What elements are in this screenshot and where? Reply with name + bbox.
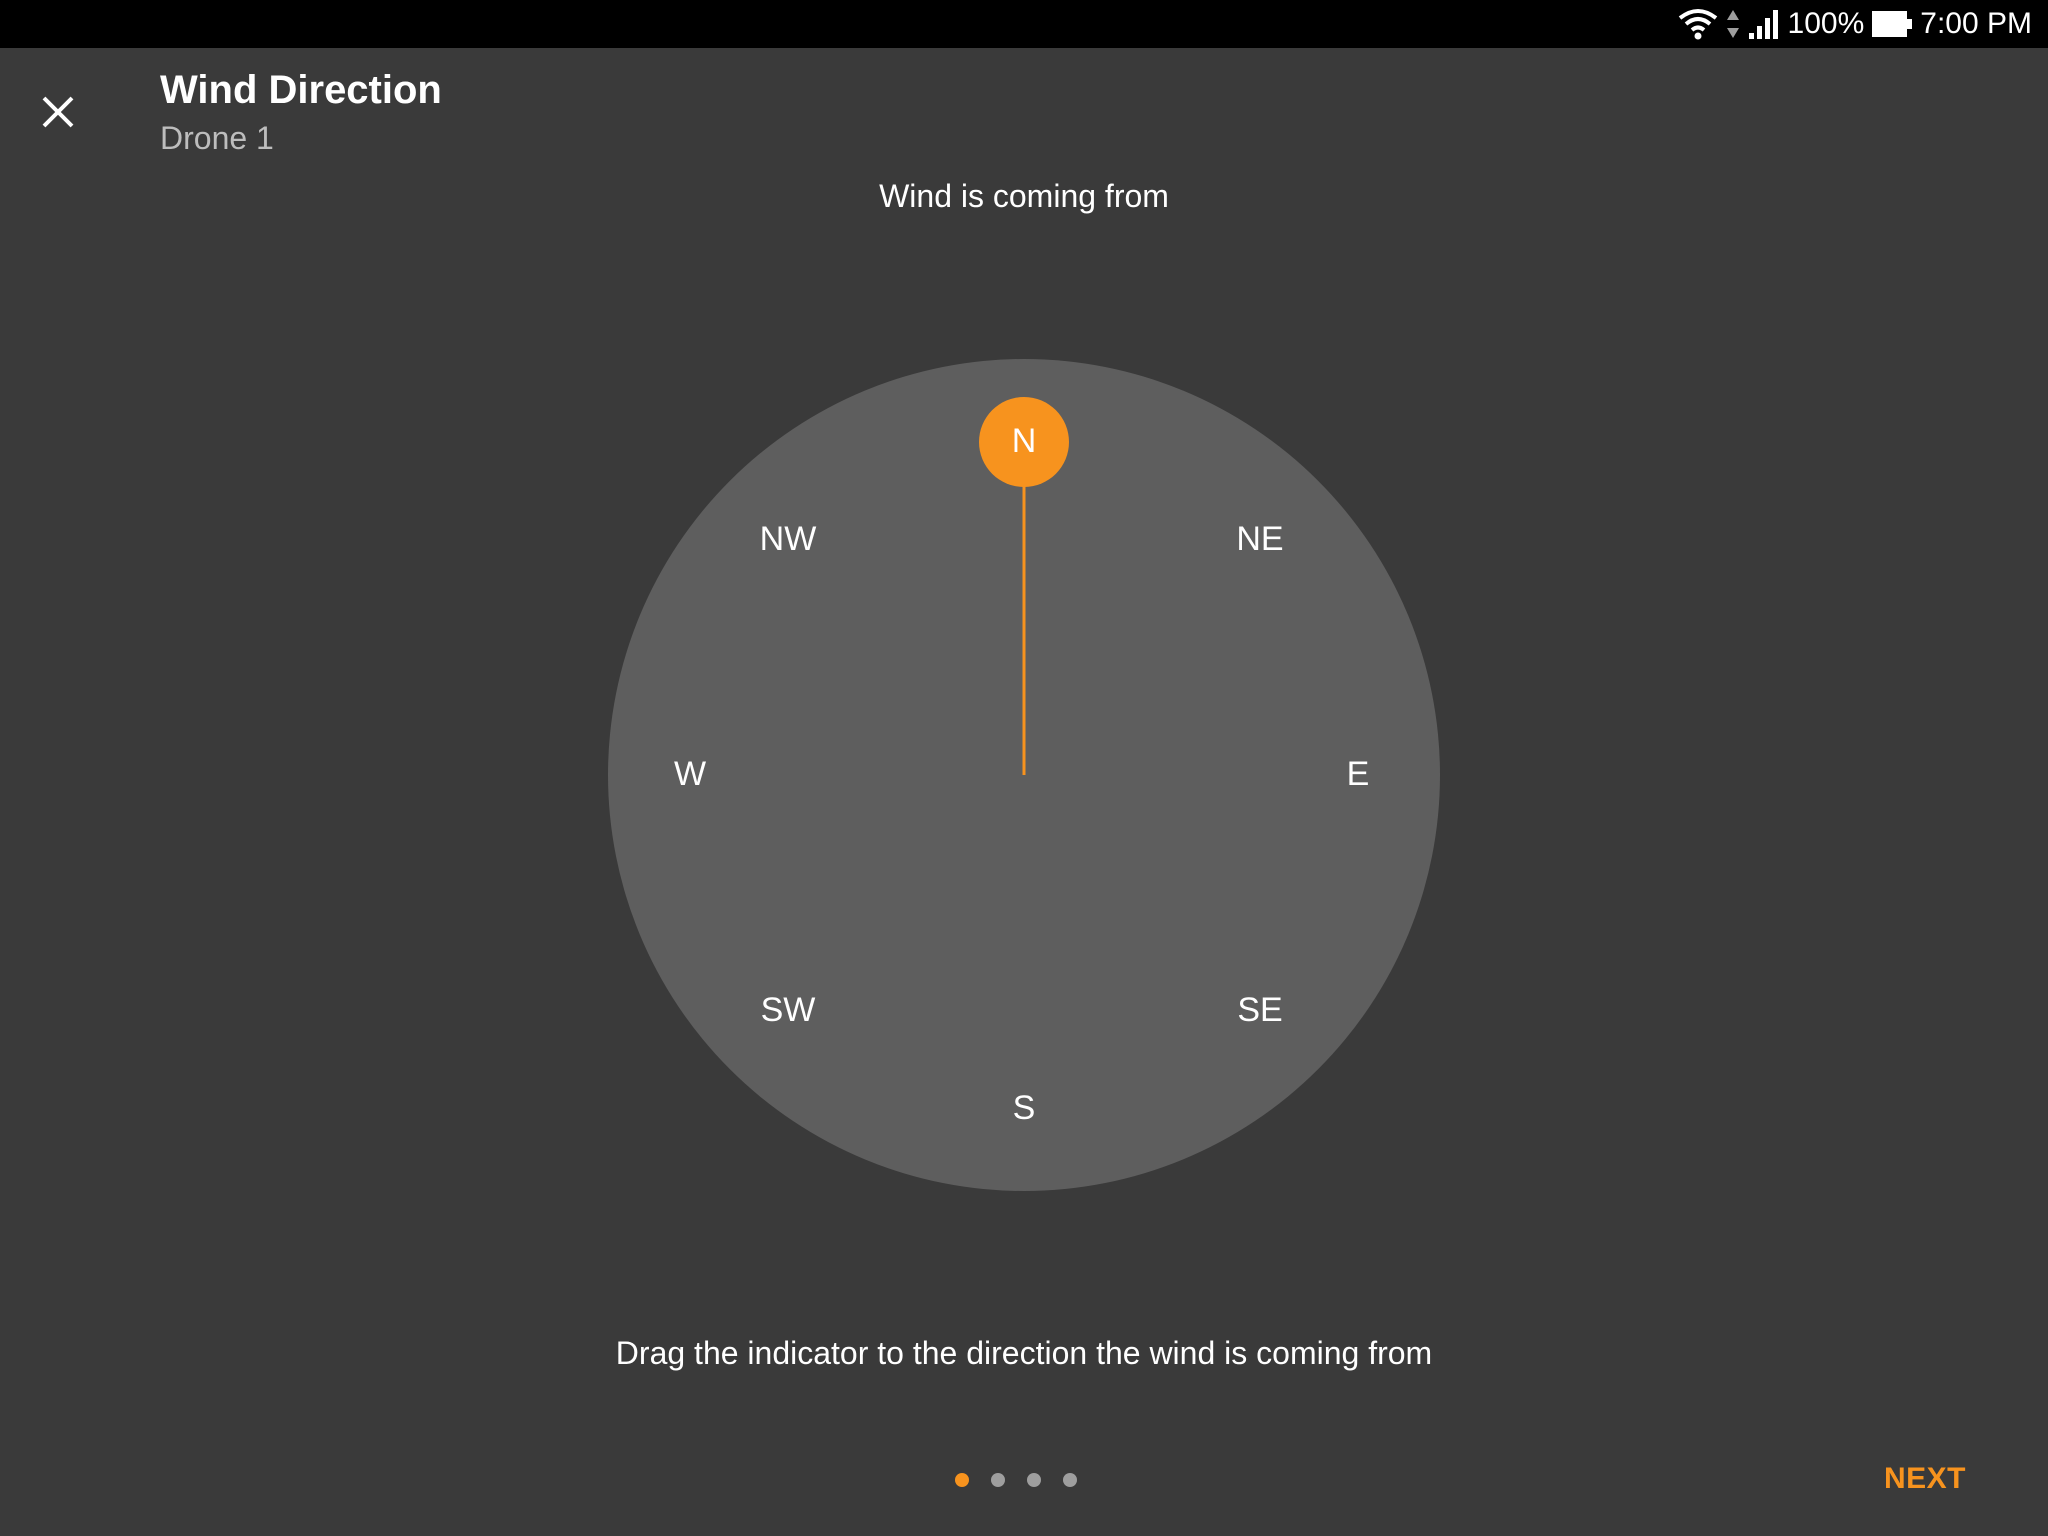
compass-label-se: SE — [1237, 991, 1282, 1029]
close-icon — [42, 96, 74, 128]
compass-label-ne: NE — [1236, 520, 1283, 558]
data-arrows-icon — [1726, 10, 1739, 38]
close-button[interactable] — [28, 82, 88, 142]
status-bar: 100% 7:00 PM — [0, 0, 2048, 48]
compass-label-w: W — [674, 755, 706, 793]
drag-instruction: Drag the indicator to the direction the … — [615, 1335, 1433, 1371]
compass-label-nw: NW — [760, 520, 817, 558]
battery-icon — [1872, 11, 1913, 37]
compass-label-sw: SW — [761, 991, 816, 1029]
compass-label-e: E — [1347, 755, 1370, 793]
page-dot-1[interactable] — [955, 1473, 969, 1487]
next-button[interactable]: NEXT — [1884, 1462, 1966, 1496]
page-dot-2[interactable] — [991, 1473, 1005, 1487]
wind-compass[interactable]: N NE E SE S SW W NW — [608, 358, 1440, 1192]
wifi-icon — [1678, 9, 1717, 40]
clock: 7:00 PM — [1920, 7, 2032, 40]
page-subtitle: Drone 1 — [160, 120, 274, 156]
compass-label-s: S — [1013, 1089, 1036, 1127]
page-dot-3[interactable] — [1027, 1473, 1041, 1487]
status-icons: 100% 7:00 PM — [1678, 0, 2032, 48]
compass-label-n: N — [1012, 422, 1037, 460]
signal-icon — [1748, 10, 1778, 39]
wind-prompt: Wind is coming from — [879, 178, 1169, 214]
page-title: Wind Direction — [160, 68, 442, 112]
page-dot-4[interactable] — [1063, 1473, 1077, 1487]
battery-percentage: 100% — [1787, 7, 1865, 40]
page-indicator — [955, 1470, 1077, 1490]
